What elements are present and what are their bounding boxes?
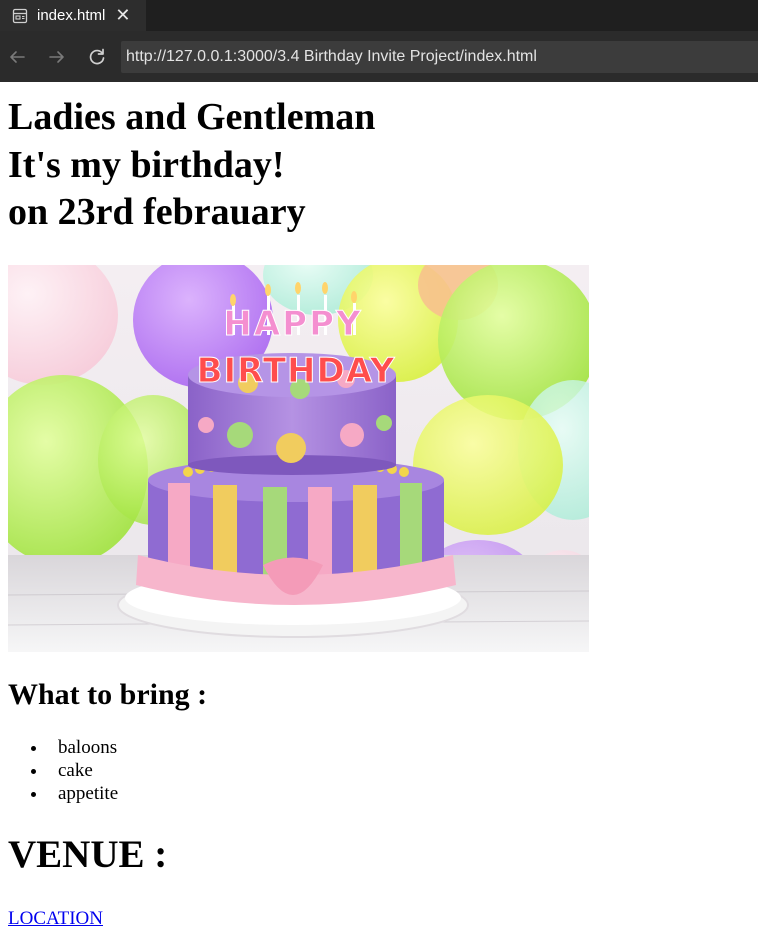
back-button[interactable] (6, 46, 28, 68)
list-item: baloons (48, 736, 750, 759)
bring-heading: What to bring : (8, 677, 208, 711)
venue-heading: VENUE : (8, 832, 168, 876)
list-item: cake (48, 759, 750, 782)
reload-icon (89, 48, 105, 64)
tab-bar: index.html ✕ (0, 0, 758, 31)
title-line-3: on 23rd febrauary (8, 191, 306, 233)
reload-button[interactable] (86, 46, 108, 68)
url-text: http://127.0.0.1:3000/3.4 Birthday Invit… (126, 48, 537, 65)
location-link[interactable]: LOCATION (8, 908, 103, 930)
arrow-left-icon (10, 50, 25, 63)
cake-text-birthday: BIRTHDAY (197, 351, 396, 391)
page-content: Ladies and Gentleman It's my birthday! o… (0, 94, 758, 930)
close-icon[interactable]: ✕ (115, 6, 130, 25)
title-line-1: Ladies and Gentleman (8, 96, 376, 138)
active-tab[interactable]: index.html ✕ (0, 0, 146, 31)
page-title: Ladies and Gentleman It's my birthday! o… (8, 94, 750, 237)
title-line-2: It's my birthday! (8, 143, 285, 186)
address-bar[interactable]: http://127.0.0.1:3000/3.4 Birthday Invit… (121, 41, 758, 73)
tab-title: index.html (37, 7, 106, 24)
navigation-bar: http://127.0.0.1:3000/3.4 Birthday Invit… (0, 31, 758, 82)
page-icon (12, 8, 28, 23)
cake-text-happy: HAPPY (223, 304, 362, 344)
list-item: appetite (48, 782, 750, 805)
bring-list: baloons cake appetite (8, 736, 750, 805)
forward-button[interactable] (46, 46, 68, 68)
arrow-right-icon (49, 50, 64, 63)
birthday-cake-image: HAPPY BIRTHDAY (8, 264, 589, 652)
